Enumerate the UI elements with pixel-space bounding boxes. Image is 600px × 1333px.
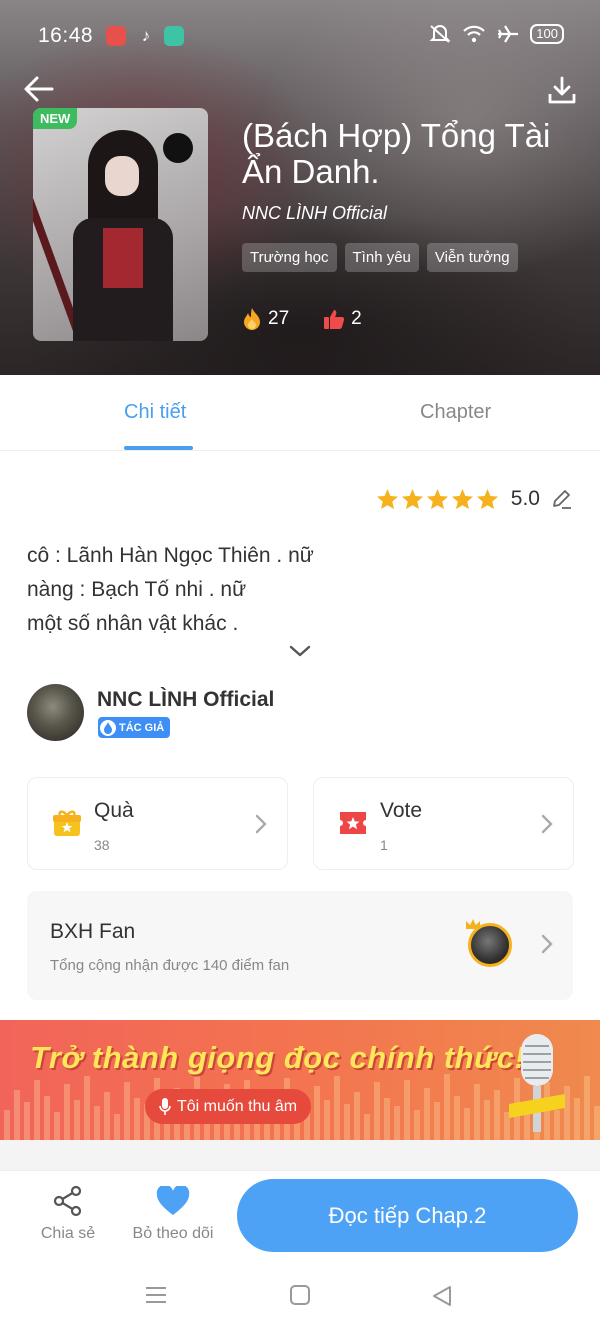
author-name[interactable]: NNC LÌNH Official [97, 688, 274, 712]
share-icon [53, 1185, 82, 1217]
gift-title: Quà [94, 799, 134, 822]
tab-detail[interactable]: Chi tiết [124, 401, 186, 424]
likes-stat: 2 [323, 308, 362, 330]
share-label: Chia sẻ [40, 1225, 96, 1242]
share-button[interactable]: Chia sẻ [38, 1183, 98, 1243]
chevron-right-icon [541, 934, 553, 954]
description-line: một số nhân vật khác . [27, 612, 239, 635]
book-cover[interactable] [33, 108, 208, 341]
continue-reading-button[interactable]: Đọc tiếp Chap.2 [237, 1179, 578, 1252]
book-stats: 27 2 [242, 307, 396, 331]
unfollow-button[interactable]: Bỏ theo dõi [128, 1183, 218, 1243]
active-tab-indicator [124, 446, 193, 450]
cover-art-detail [103, 228, 143, 288]
mute-icon [429, 25, 451, 43]
gift-icon [53, 810, 81, 836]
edit-pencil-icon[interactable] [550, 488, 572, 510]
book-header: 16:48 ♪ 100 NEW (Bách Hợp) Tổng Tài Ẩn D… [0, 0, 600, 375]
description-line: cô : Lãnh Hàn Ngọc Thiên . nữ [27, 544, 314, 567]
gift-count: 38 [94, 837, 110, 853]
chat-app-icon [164, 26, 184, 46]
cover-art-detail [105, 156, 139, 196]
section-divider [0, 1140, 600, 1170]
vote-card[interactable]: Vote 1 [313, 777, 574, 870]
chevron-right-icon [541, 814, 553, 834]
views-count: 27 [268, 308, 290, 329]
vote-count: 1 [380, 837, 388, 853]
tab-chapter[interactable]: Chapter [420, 401, 491, 424]
chevron-right-icon [255, 814, 267, 834]
studio-microphone-icon [509, 1034, 565, 1132]
genre-tag[interactable]: Trường học [242, 243, 337, 272]
chevron-down-icon[interactable] [289, 644, 311, 658]
star-icon [426, 488, 448, 510]
rating-score: 5.0 [510, 487, 540, 510]
fan-ranking-subtitle: Tổng cộng nhận được 140 điểm fan [50, 957, 290, 974]
music-app-icon [106, 26, 126, 46]
system-nav-bar [0, 1264, 600, 1333]
genre-tag[interactable]: Tình yêu [344, 243, 419, 272]
tab-bar: Chi tiết Chapter [0, 375, 600, 451]
fan-ranking-card[interactable]: BXH Fan Tổng cộng nhận được 140 điểm fan [27, 891, 573, 1000]
new-badge: NEW [33, 108, 78, 129]
unfollow-label: Bỏ theo dõi [132, 1225, 214, 1242]
star-icon [401, 488, 423, 510]
wifi-icon [463, 25, 486, 43]
record-button[interactable]: Tôi muốn thu âm [145, 1089, 312, 1124]
star-icon [451, 488, 473, 510]
airplane-icon [498, 25, 519, 43]
crown-icon [466, 919, 480, 929]
vote-title: Vote [380, 799, 423, 822]
home-icon[interactable] [289, 1284, 311, 1306]
top-fan-avatar [468, 923, 512, 967]
author-badge-icon [100, 719, 116, 736]
battery-indicator: 100 [530, 24, 564, 44]
book-author[interactable]: NNC LÌNH Official [242, 203, 387, 224]
author-badge: TÁC GIẢ [98, 717, 171, 738]
download-icon[interactable] [546, 74, 578, 106]
rating-row: 5.0 [376, 487, 572, 511]
thumbs-up-icon [324, 310, 345, 329]
back-triangle-icon[interactable] [430, 1284, 454, 1308]
system-icons: 100 [428, 24, 564, 44]
status-time: 16:48 [38, 24, 94, 47]
ticket-icon [340, 812, 366, 834]
book-description: cô : Lãnh Hàn Ngọc Thiên . nữ nàng : Bạc… [27, 539, 314, 641]
likes-count: 2 [351, 308, 362, 329]
cover-art-detail [163, 133, 193, 163]
fire-icon [244, 308, 260, 330]
gift-card[interactable]: Quà 38 [27, 777, 288, 870]
menu-icon[interactable] [145, 1284, 167, 1306]
heart-icon [156, 1186, 190, 1215]
record-button-label: Tôi muốn thu âm [177, 1097, 298, 1115]
star-icon [376, 488, 398, 510]
author-badge-label: TÁC GIẢ [119, 721, 165, 734]
star-icon [476, 488, 498, 510]
views-stat: 27 [242, 307, 289, 331]
genre-tags: Trường học Tình yêu Viễn tưởng [242, 243, 518, 272]
back-arrow-icon[interactable] [22, 72, 56, 106]
status-bar: 16:48 ♪ 100 [0, 0, 600, 74]
banner-headline: Trở thành giọng đọc chính thức! [30, 1040, 526, 1075]
microphone-icon [159, 1097, 171, 1115]
fan-ranking-title: BXH Fan [50, 920, 136, 943]
bottom-action-bar: Chia sẻ Bỏ theo dõi Đọc tiếp Chap.2 [0, 1170, 600, 1264]
tiktok-icon: ♪ [141, 26, 151, 45]
genre-tag[interactable]: Viễn tưởng [426, 243, 518, 272]
description-line: nàng : Bạch Tố nhi . nữ [27, 578, 247, 601]
book-title: (Bách Hợp) Tổng Tài Ẩn Danh. [242, 117, 551, 190]
author-avatar[interactable] [27, 684, 84, 741]
